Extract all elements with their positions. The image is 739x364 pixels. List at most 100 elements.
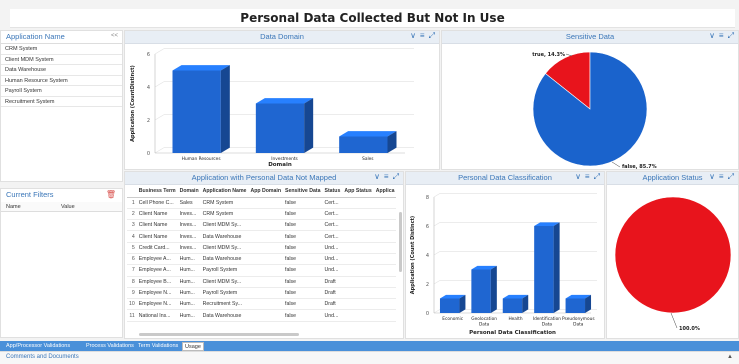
table-cell: Payroll System (200, 287, 249, 300)
bar (255, 103, 305, 153)
table-body: 1 Cell Phone C... Sales CRM System false Cert… (127, 197, 397, 322)
data-table: Business Term Domain Application Name App D… (127, 186, 397, 322)
column-header[interactable]: Application Name (200, 186, 249, 198)
table-cell: Cert... (322, 230, 343, 243)
chevron-up-icon[interactable]: ▲ (727, 354, 733, 360)
application-status-header: Application Status ∨ ≡ ⤢ (607, 172, 738, 185)
column-header[interactable]: Sensitive Data (283, 186, 323, 198)
chevron-down-icon[interactable]: ∨ (709, 172, 715, 182)
application-list-item[interactable]: Data Warehouse (1, 65, 122, 76)
menu-icon[interactable]: ≡ (384, 172, 389, 182)
column-header[interactable]: Domain (177, 186, 201, 198)
application-list-item[interactable]: Client MDM System (1, 55, 122, 65)
application-list-item[interactable]: CRM System (1, 44, 122, 55)
table-cell: Sales (177, 197, 201, 209)
collapse-button[interactable]: << (111, 33, 118, 39)
expand-icon[interactable]: ⤢ (429, 31, 435, 41)
pie-label: true, 14.3% (532, 52, 565, 58)
table-cell: Und... (322, 309, 343, 322)
app-root: Personal Data Collected But Not In Use A… (0, 0, 739, 364)
table-cell: 4 (127, 230, 137, 243)
table-title: Application with Personal Data Not Mappe… (191, 173, 337, 182)
table-cell: Cert... (322, 208, 343, 221)
vertical-scrollbar[interactable] (399, 212, 402, 272)
application-list-item[interactable]: Payroll System (1, 86, 122, 97)
filters-col-value: Value (61, 204, 75, 210)
chevron-down-icon[interactable]: ∨ (709, 31, 715, 41)
data-domain-header: Data Domain ∨ ≡ ⤢ (125, 31, 439, 44)
comments-bar[interactable]: Comments and Documents ▲ (0, 351, 739, 364)
menu-icon[interactable]: ≡ (719, 31, 724, 41)
application-name-header: Application Name << (1, 31, 122, 44)
bar (502, 298, 523, 313)
table-cell (248, 298, 284, 311)
table-cell: Data Warehouse (200, 309, 249, 322)
application-list-item[interactable]: Human Resource System (1, 76, 122, 86)
table-row[interactable]: 7 Employee A... Hum... Payroll System false U… (127, 264, 397, 277)
table-cell: CRM System (200, 208, 249, 221)
table-cell (373, 230, 397, 243)
table-row[interactable]: 3 Client Name Inves... Client MDM Sy... fals… (127, 219, 397, 232)
table-cell: 3 (127, 219, 137, 232)
x-tick-label: Human Resources (182, 156, 222, 162)
tab-app-processor-validations[interactable]: App/Processor Validations (4, 342, 72, 351)
column-header[interactable]: Business Term (136, 186, 178, 198)
table-row[interactable]: 1 Cell Phone C... Sales CRM System false Cert… (127, 197, 397, 209)
column-header[interactable]: Applica (373, 186, 397, 198)
table-cell (342, 230, 374, 243)
table-cell (342, 298, 374, 311)
table-cell (248, 253, 284, 266)
table-row[interactable]: 11 National Ins... Hum... Data Warehouse fal… (127, 309, 397, 322)
table-row[interactable]: 2 Client Name Inves... CRM System false Cert.… (127, 208, 397, 221)
table-cell: 5 (127, 242, 137, 254)
column-header[interactable]: Status (322, 186, 343, 198)
menu-icon[interactable]: ≡ (420, 31, 425, 41)
y-tick-label: 0 (426, 311, 429, 317)
classification-header: Personal Data Classification ∨ ≡ ⤢ (406, 172, 604, 185)
app-personal-data-panel: Application with Personal Data Not Mappe… (124, 171, 404, 339)
horizontal-scrollbar[interactable] (139, 333, 299, 336)
table-row[interactable]: 6 Employee A... Hum... Data Warehouse false U… (127, 253, 397, 266)
expand-icon[interactable]: ⤢ (594, 172, 600, 182)
table-cell (373, 298, 397, 311)
x-tick-label: Data (542, 322, 553, 328)
column-header[interactable]: App Domain (248, 186, 284, 198)
column-header[interactable] (127, 186, 137, 198)
table-cell: Data Warehouse (200, 230, 249, 243)
chevron-down-icon[interactable]: ∨ (374, 172, 380, 182)
table-cell (373, 287, 397, 300)
expand-icon[interactable]: ⤢ (728, 172, 734, 182)
table-cell: Client MDM Sy... (200, 242, 249, 254)
menu-icon[interactable]: ≡ (719, 172, 724, 182)
table-row[interactable]: 8 Employee B... Hum... Client MDM Sy... fals… (127, 276, 397, 288)
table-cell (248, 276, 284, 288)
table-cell: Employee B... (136, 276, 178, 288)
table-cell (248, 242, 284, 254)
table-row[interactable]: 9 Employee N... Hum... Payroll System false D… (127, 287, 397, 300)
table-cell: false (283, 219, 323, 232)
table-cell: Payroll System (200, 264, 249, 277)
chevron-down-icon[interactable]: ∨ (410, 31, 416, 41)
column-header[interactable]: App Status (342, 186, 374, 198)
trash-icon[interactable]: 🗑 (106, 190, 116, 199)
chevron-down-icon[interactable]: ∨ (575, 172, 581, 182)
table-cell: Hum... (177, 276, 201, 288)
application-list-item[interactable]: Recruitment System (1, 97, 122, 107)
bar-top (339, 131, 397, 137)
table-cell: 7 (127, 264, 137, 277)
data-domain-title: Data Domain (260, 32, 304, 41)
menu-icon[interactable]: ≡ (585, 172, 590, 182)
table-cell (373, 309, 397, 322)
table-row[interactable]: 5 Credit Card... Inves... Client MDM Sy... f… (127, 242, 397, 254)
tab-term-validations[interactable]: Term Validations (136, 342, 180, 351)
bar (565, 298, 586, 313)
table-cell: Und... (322, 253, 343, 266)
table-row[interactable]: 4 Client Name Inves... Data Warehouse false C… (127, 230, 397, 243)
expand-icon[interactable]: ⤢ (728, 31, 734, 41)
table-row[interactable]: 10 Employee N... Hum... Recruitment Sy... fa… (127, 298, 397, 311)
tab-usage[interactable]: Usage (182, 342, 204, 351)
sensitive-data-header: Sensitive Data ∨ ≡ ⤢ (442, 31, 738, 44)
table-cell: 8 (127, 276, 137, 288)
expand-icon[interactable]: ⤢ (393, 172, 399, 182)
tab-process-validations[interactable]: Process Validations (84, 342, 136, 351)
